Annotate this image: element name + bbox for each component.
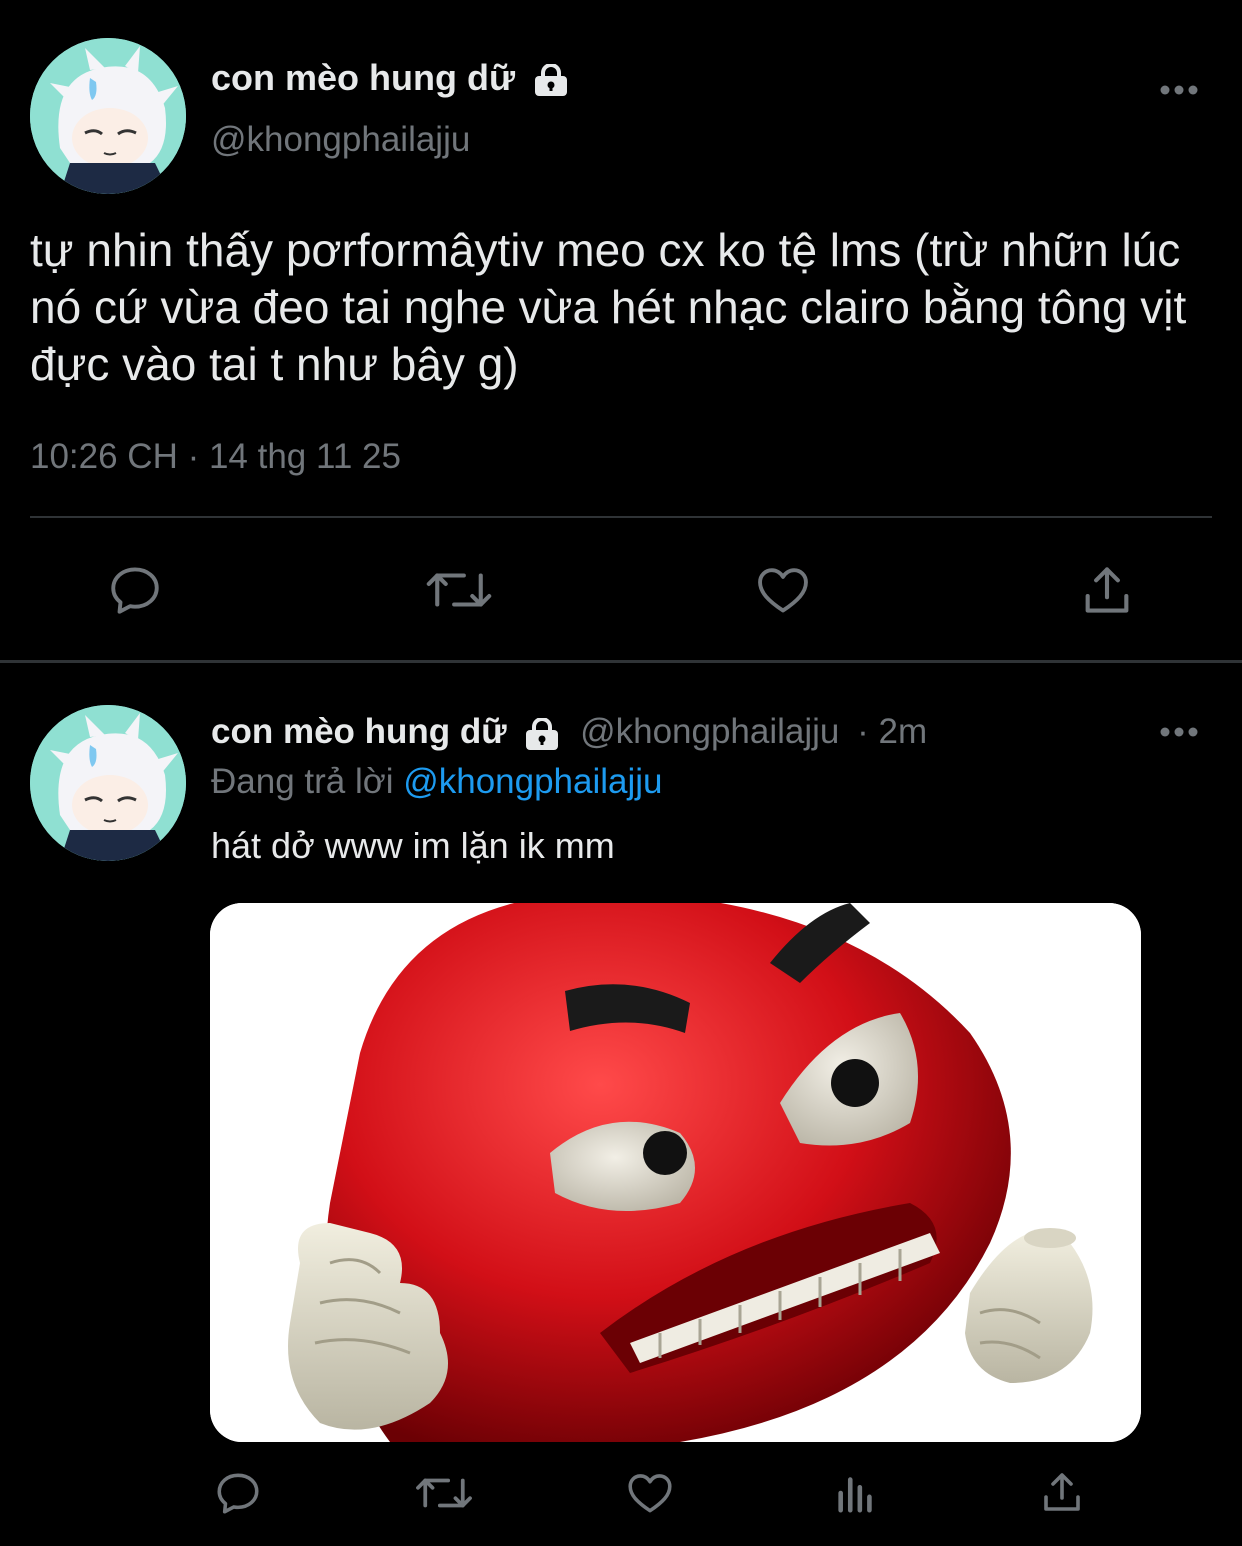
main-tweet: con mèo hung dữ @khongphailajju tự nhin … [0, 0, 1242, 662]
like-icon[interactable] [624, 1468, 676, 1518]
display-name-text: con mèo hung dữ [211, 57, 516, 98]
replying-to: Đang trả lời @khongphailajju [211, 762, 663, 802]
tweet-text: tự nhin thấy pơrformâytiv meo cx ko tệ l… [30, 224, 1187, 390]
more-options-icon[interactable] [1159, 726, 1199, 738]
reply-icon[interactable] [106, 561, 164, 619]
tweet-separator [0, 660, 1242, 663]
share-icon[interactable] [1038, 1468, 1086, 1516]
avatar[interactable] [30, 38, 186, 194]
time-ago[interactable]: · 2m [857, 712, 927, 751]
avatar[interactable] [30, 705, 186, 861]
divider [30, 516, 1212, 518]
avatar-image [30, 38, 186, 194]
mention-link[interactable]: @khongphailajju [403, 762, 662, 801]
tweet-timestamp[interactable]: 10:26 CH · 14 thg 11 25 [30, 437, 401, 477]
display-name[interactable]: con mèo hung dữ [211, 57, 569, 99]
lock-icon [526, 717, 559, 750]
like-icon[interactable] [753, 561, 813, 619]
more-options-icon[interactable] [1159, 84, 1199, 96]
reply-icon[interactable] [213, 1468, 263, 1518]
retweet-icon[interactable] [425, 561, 493, 619]
analytics-icon[interactable] [833, 1470, 879, 1516]
media-image[interactable] [210, 903, 1141, 1442]
tweet-text: hát dở www im lặn ik mm [211, 825, 615, 866]
handle[interactable]: @khongphailajju [580, 712, 839, 751]
display-name[interactable]: con mèo hung dữ [211, 712, 507, 751]
tweet-thread: con mèo hung dữ @khongphailajju tự nhin … [0, 0, 1242, 1546]
replying-prefix: Đang trả lời [211, 762, 394, 801]
retweet-icon[interactable] [414, 1468, 474, 1518]
avatar-image [30, 705, 186, 861]
handle[interactable]: @khongphailajju [211, 120, 470, 160]
reply-header: con mèo hung dữ @khongphailajju · 2m [211, 712, 927, 752]
angry-red-emoji-image [210, 903, 1141, 1442]
share-icon[interactable] [1078, 561, 1136, 619]
lock-icon [535, 64, 568, 97]
